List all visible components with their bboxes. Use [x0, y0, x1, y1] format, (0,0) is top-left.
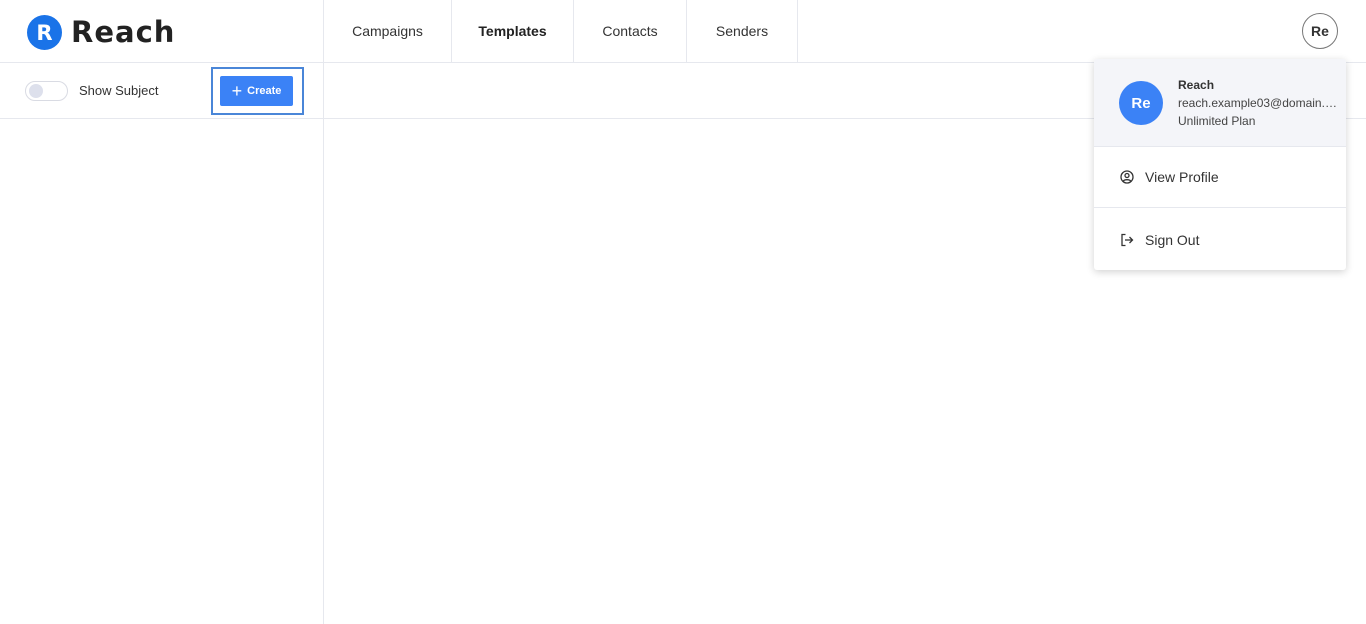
tab-senders[interactable]: Senders	[687, 0, 798, 62]
profile-summary: Re Reach reach.example03@domain.c... Unl…	[1094, 59, 1346, 147]
plus-icon: +	[231, 81, 243, 101]
logo-icon: R	[27, 15, 62, 50]
profile-avatar: Re	[1119, 81, 1163, 125]
logo-text: Reach	[71, 15, 176, 49]
top-navbar: R Reach Campaigns Templates Contacts Sen…	[0, 0, 1366, 63]
toggle-knob	[29, 84, 43, 98]
create-button-label: Create	[247, 85, 282, 97]
profile-dropdown: Re Reach reach.example03@domain.c... Unl…	[1094, 59, 1346, 270]
user-circle-icon	[1120, 170, 1134, 184]
profile-name: Reach	[1178, 78, 1215, 92]
sign-out-label: Sign Out	[1145, 231, 1200, 248]
tab-contacts[interactable]: Contacts	[574, 0, 687, 62]
main-nav: Campaigns Templates Contacts Senders	[323, 0, 798, 62]
create-button[interactable]: + Create	[220, 76, 293, 106]
view-profile-label: View Profile	[1145, 169, 1219, 185]
app-logo[interactable]: R Reach	[27, 15, 175, 50]
sign-out-menu-item[interactable]: Sign Out	[1094, 209, 1346, 270]
show-subject-label: Show Subject	[79, 83, 159, 98]
template-list-panel: Show Subject + Create	[0, 63, 324, 624]
profile-email: reach.example03@domain.c...	[1178, 96, 1338, 110]
tab-templates[interactable]: Templates	[452, 0, 574, 62]
list-toolbar: Show Subject + Create	[0, 63, 323, 119]
profile-plan: Unlimited Plan	[1178, 114, 1256, 128]
sign-out-icon	[1120, 233, 1134, 247]
view-profile-menu-item[interactable]: View Profile	[1094, 147, 1346, 208]
show-subject-toggle[interactable]	[25, 81, 68, 101]
tab-campaigns[interactable]: Campaigns	[324, 0, 452, 62]
user-avatar-button[interactable]: Re	[1302, 13, 1338, 49]
